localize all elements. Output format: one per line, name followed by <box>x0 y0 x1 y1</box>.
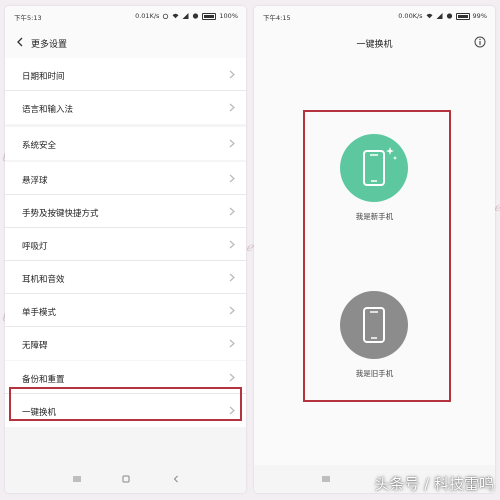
new-phone-button[interactable] <box>340 134 408 202</box>
settings-item-label: 备份和重置 <box>22 375 65 385</box>
settings-item-system-security[interactable]: 系统安全 <box>5 127 246 160</box>
settings-group-3: 悬浮球 手势及按键快捷方式 呼吸灯 耳机和音效 单手模式 无障碍 <box>5 162 246 360</box>
settings-item-label: 呼吸灯 <box>22 242 48 252</box>
battery-level: 99% <box>472 12 487 20</box>
chevron-right-icon <box>229 339 235 348</box>
status-indicators: 0.00K/s 99% <box>398 12 487 20</box>
settings-item-label: 日期和时间 <box>22 72 65 82</box>
page-title: 一键换机 <box>356 40 393 50</box>
new-phone-label[interactable]: 我是新手机 <box>254 211 495 222</box>
settings-item-label: 无障碍 <box>22 341 48 351</box>
smartphone-sparkle-icon <box>363 147 397 186</box>
settings-item-accessibility[interactable]: 无障碍 <box>5 327 246 360</box>
chevron-right-icon <box>229 174 235 183</box>
battery-level: 100% <box>219 12 238 20</box>
chevron-right-icon <box>229 373 235 382</box>
wifi-icon <box>172 13 179 19</box>
status-time: 下午4:15 <box>263 14 291 22</box>
home-icon[interactable] <box>121 474 131 484</box>
settings-item-date-time[interactable]: 日期和时间 <box>5 58 246 91</box>
signal-icon <box>182 13 189 19</box>
settings-item-one-hand-mode[interactable]: 单手模式 <box>5 294 246 327</box>
background-decoration: ℯ <box>246 240 254 254</box>
settings-group-1: 日期和时间 语言和输入法 <box>5 58 246 124</box>
navigation-bar <box>5 465 246 493</box>
wifi-icon <box>426 13 433 19</box>
chevron-right-icon <box>229 273 235 282</box>
status-time: 下午5:13 <box>14 14 42 22</box>
page-title: 更多设置 <box>31 40 68 50</box>
watermark: 头条号 / 科技雷鸣 <box>374 475 494 493</box>
info-icon[interactable] <box>474 36 486 48</box>
chevron-right-icon <box>229 70 235 79</box>
title-bar: 更多设置 <box>5 26 246 58</box>
status-indicators: 0.01K/s 100% <box>135 12 238 20</box>
back-arrow-icon[interactable] <box>13 35 27 49</box>
settings-group-2: 系统安全 <box>5 127 246 160</box>
settings-item-label: 悬浮球 <box>22 176 48 186</box>
chevron-right-icon <box>229 240 235 249</box>
status-bar: 下午4:15 0.00K/s 99% <box>254 6 495 26</box>
chevron-right-icon <box>229 103 235 112</box>
signal-icon <box>436 13 443 19</box>
settings-item-label: 单手模式 <box>22 308 57 318</box>
battery-icon <box>202 12 217 20</box>
title-bar: 一键换机 <box>254 26 495 58</box>
bluetooth-icon <box>193 13 199 19</box>
settings-item-headphones-audio[interactable]: 耳机和音效 <box>5 261 246 294</box>
smartphone-icon <box>363 307 385 343</box>
menu-icon[interactable] <box>72 474 82 484</box>
settings-item-label: 手势及按键快捷方式 <box>22 209 99 219</box>
chevron-right-icon <box>229 306 235 315</box>
settings-item-gestures-shortcuts[interactable]: 手势及按键快捷方式 <box>5 195 246 228</box>
old-phone-button[interactable] <box>340 291 408 359</box>
settings-item-breathing-light[interactable]: 呼吸灯 <box>5 228 246 261</box>
chevron-right-icon <box>229 139 235 148</box>
settings-item-label: 系统安全 <box>22 141 57 151</box>
menu-icon[interactable] <box>321 474 331 484</box>
settings-item-floating-ball[interactable]: 悬浮球 <box>5 162 246 195</box>
highlight-box <box>9 387 242 421</box>
alarm-icon <box>163 13 169 19</box>
old-phone-label[interactable]: 我是旧手机 <box>254 368 495 379</box>
network-speed: 0.01K/s <box>135 12 160 20</box>
settings-item-label: 耳机和音效 <box>22 275 65 285</box>
back-icon[interactable] <box>171 474 181 484</box>
chevron-right-icon <box>229 207 235 216</box>
battery-icon <box>455 12 470 20</box>
settings-item-language-input[interactable]: 语言和输入法 <box>5 91 246 124</box>
phone-screen-migration: 下午4:15 0.00K/s 99% 一键换机 我是新手机 我是旧手机 <box>254 6 495 493</box>
settings-item-label: 语言和输入法 <box>22 105 74 115</box>
bluetooth-icon <box>446 13 452 19</box>
network-speed: 0.00K/s <box>398 12 423 20</box>
phone-screen-settings: 下午5:13 0.01K/s 100% 更多设置 日期和时间 语言和输入法 系统… <box>5 6 246 493</box>
status-bar: 下午5:13 0.01K/s 100% <box>5 6 246 26</box>
